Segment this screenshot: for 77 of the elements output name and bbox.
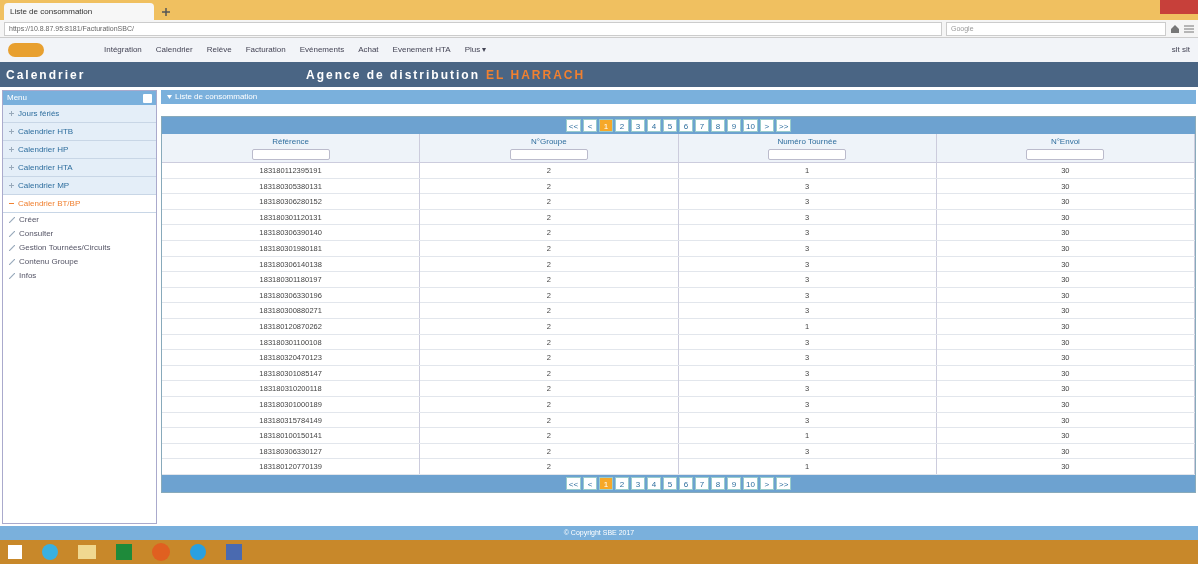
minus-icon: [9, 201, 14, 206]
page-button[interactable]: 5: [663, 119, 678, 132]
agency-name: EL HARRACH: [486, 66, 586, 84]
sidebar-subitem[interactable]: Créer: [3, 213, 156, 227]
collapse-icon[interactable]: [143, 93, 152, 103]
nav-link[interactable]: Calendrier: [155, 44, 193, 56]
page-title: Calendrier: [6, 66, 87, 84]
page-button[interactable]: >: [759, 119, 774, 132]
page-button[interactable]: <<: [565, 476, 582, 490]
agency-title: Agence de distribution: [306, 66, 480, 84]
column-header[interactable]: N°Envoi: [1050, 136, 1080, 148]
page-button[interactable]: >>: [775, 119, 792, 132]
filter-field[interactable]: [251, 149, 330, 160]
page-button[interactable]: 9: [727, 476, 742, 490]
nav-link[interactable]: Achat: [358, 44, 379, 56]
nav-link[interactable]: Relève: [206, 44, 232, 56]
pencil-icon: [9, 217, 15, 223]
page-button[interactable]: <: [583, 119, 598, 132]
page-button[interactable]: 3: [631, 119, 646, 132]
page-button[interactable]: 6: [679, 476, 694, 490]
plus-icon[interactable]: [162, 8, 170, 16]
page-button[interactable]: 7: [695, 119, 710, 132]
nav-link[interactable]: Facturation: [245, 44, 286, 56]
panel-title: Liste de consommation: [175, 91, 258, 103]
plus-icon: [9, 183, 14, 188]
column-header[interactable]: Référence: [272, 136, 310, 148]
close-window-button[interactable]: [1160, 0, 1198, 14]
pencil-icon: [9, 259, 15, 265]
page-button[interactable]: 6: [679, 119, 694, 132]
sidebar-subitem[interactable]: Infos: [3, 269, 156, 283]
pencil-icon: [9, 245, 15, 251]
nav-link[interactable]: Evenement HTA: [392, 44, 451, 56]
plus-icon: [9, 111, 14, 116]
sidebar-subitem[interactable]: Gestion Tournées/Circuits: [3, 241, 156, 255]
column-header[interactable]: Numéro Tournée: [777, 136, 837, 148]
browser-tab[interactable]: Liste de consommation: [4, 3, 154, 20]
sidebar-item[interactable]: Jours fériés: [3, 105, 156, 123]
sidebar-title: Menu: [7, 92, 27, 104]
caret-icon: [167, 95, 172, 99]
page-button[interactable]: <: [583, 476, 598, 490]
sidebar-subitem[interactable]: Consulter: [3, 227, 156, 241]
nav-link[interactable]: Evénements: [299, 44, 345, 56]
page-button[interactable]: 9: [727, 119, 742, 132]
menu-icon[interactable]: [1184, 24, 1194, 33]
page-button[interactable]: 5: [663, 476, 678, 490]
sidebar-item[interactable]: Calendrier MP: [3, 177, 156, 195]
plus-icon: [9, 147, 14, 152]
page-button[interactable]: 8: [711, 119, 726, 132]
page-button[interactable]: 8: [711, 476, 726, 490]
sidebar-subitem[interactable]: Contenu Groupe: [3, 255, 156, 269]
nav-link[interactable]: Intégration: [104, 44, 142, 56]
page-button[interactable]: 2: [615, 476, 630, 490]
page-button[interactable]: 4: [647, 119, 662, 132]
page-button[interactable]: 3: [631, 476, 646, 490]
user-name[interactable]: slt slt: [1171, 44, 1190, 56]
page-button[interactable]: 10: [743, 476, 758, 490]
sidebar-item[interactable]: Calendrier HTB: [3, 123, 156, 141]
page-button[interactable]: 10: [743, 119, 758, 132]
sidebar-item[interactable]: Calendrier HTA: [3, 159, 156, 177]
filter-field[interactable]: [1026, 149, 1105, 160]
column-header[interactable]: N°Groupe: [531, 136, 567, 148]
page-button[interactable]: >: [759, 476, 774, 490]
pencil-icon: [9, 231, 15, 237]
plus-icon: [9, 129, 14, 134]
plus-icon: [9, 165, 14, 170]
nav-link[interactable]: Plus ▾: [464, 44, 487, 56]
page-button[interactable]: >>: [775, 476, 792, 490]
logo-icon: [8, 43, 44, 57]
page-button[interactable]: <<: [565, 119, 582, 132]
sidebar-item[interactable]: Calendrier HP: [3, 141, 156, 159]
filter-field[interactable]: [509, 149, 588, 160]
home-icon[interactable]: [1170, 23, 1180, 34]
filter-field[interactable]: [768, 149, 847, 160]
pencil-icon: [9, 273, 15, 279]
page-button[interactable]: 7: [695, 476, 710, 490]
page-button[interactable]: 4: [647, 476, 662, 490]
page-button[interactable]: 2: [615, 119, 630, 132]
